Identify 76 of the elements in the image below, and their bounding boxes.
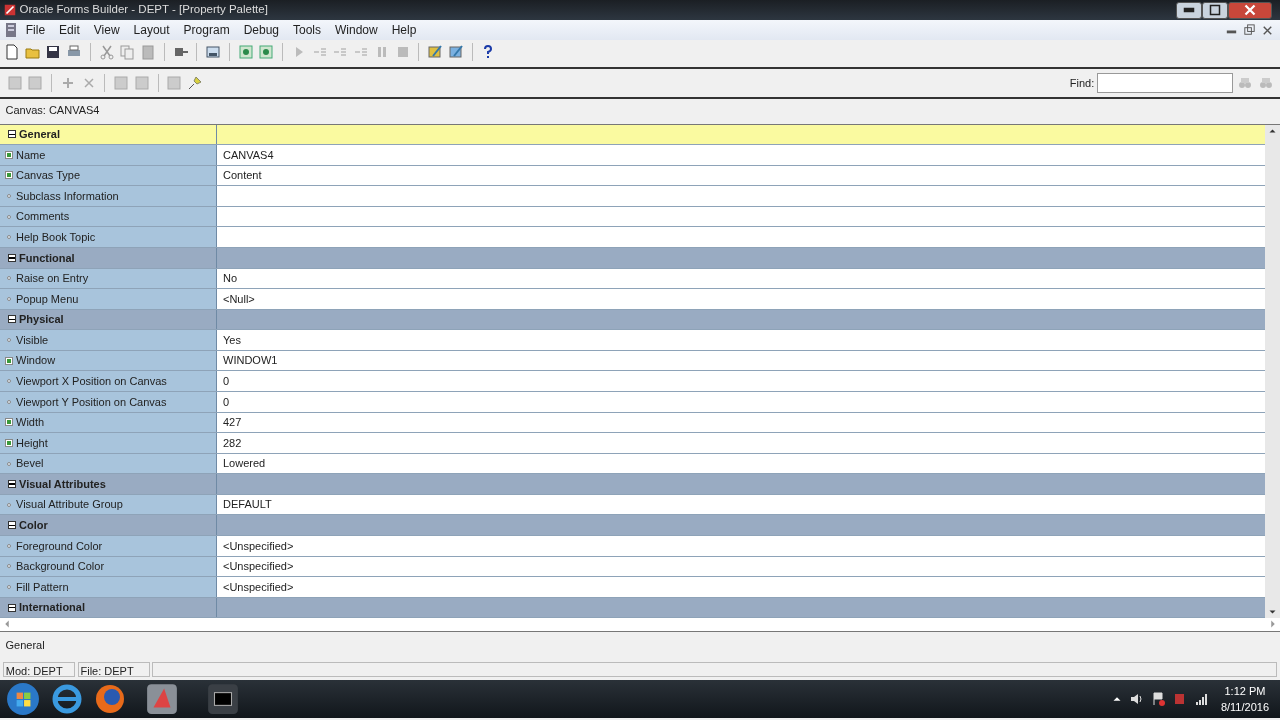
menu-item[interactable]: File	[18, 21, 53, 39]
signal-icon[interactable]	[1193, 691, 1210, 707]
window-title: Oracle Forms Builder - DEPT - [Property Palette]	[19, 2, 268, 18]
property-value-field[interactable]: 282	[217, 433, 1265, 453]
pin-icon[interactable]	[187, 74, 203, 91]
browser-icon[interactable]	[93, 683, 126, 715]
property-value-field[interactable]: <Unspecified>	[217, 577, 1265, 597]
save-icon[interactable]	[45, 44, 62, 60]
collapse-toggle[interactable]	[8, 603, 16, 612]
collapse-toggle[interactable]	[8, 130, 16, 139]
flag-icon[interactable]	[1150, 691, 1167, 707]
menu-item[interactable]: Tools	[286, 21, 328, 39]
menu-item[interactable]: Edit	[52, 21, 87, 39]
new-document-icon[interactable]	[3, 44, 20, 60]
property-value-field[interactable]: 0	[217, 371, 1265, 391]
start-button[interactable]	[5, 682, 40, 716]
menu-item[interactable]: Program	[176, 21, 237, 39]
find-label: Find:	[1069, 75, 1095, 91]
category-label: Visual Attributes	[19, 476, 106, 492]
property-value-field[interactable]	[217, 186, 1265, 206]
property-name[interactable]: Height	[16, 434, 48, 452]
property-name[interactable]: Visible	[16, 331, 49, 349]
wizard-icon[interactable]	[427, 44, 443, 60]
cut-icon[interactable]	[98, 44, 115, 60]
menu-item[interactable]: Help	[384, 21, 424, 39]
minimize-button[interactable]	[1175, 1, 1202, 19]
property-value-field[interactable]: Content	[217, 165, 1265, 186]
status-field: Mod: DEPT	[2, 662, 75, 678]
status-field: File: DEPT	[77, 662, 150, 678]
close-icon	[1243, 4, 1256, 16]
description-text: General	[4, 638, 46, 653]
maximize-button[interactable]	[1201, 1, 1228, 19]
wizard-icon[interactable]	[447, 44, 464, 60]
category-label: International	[19, 600, 85, 616]
property-value-field[interactable]: <Unspecified>	[217, 556, 1265, 577]
category-label: Color	[19, 518, 48, 533]
clock-date: 8/11/2016	[1220, 700, 1269, 715]
maximize-icon	[1208, 4, 1221, 16]
module-icon[interactable]	[258, 44, 275, 60]
property-value-field[interactable]: DEFAULT	[217, 494, 1265, 515]
property-name[interactable]: Window	[16, 352, 56, 369]
property-value-field[interactable]	[217, 227, 1265, 247]
property-value-field[interactable]	[217, 206, 1265, 227]
compile-icon[interactable]	[205, 44, 221, 60]
collapse-toggle[interactable]	[8, 480, 16, 489]
property-name[interactable]: Name	[16, 146, 46, 164]
category-label: Functional	[19, 250, 75, 266]
clock-time: 1:12 PM	[1224, 683, 1266, 699]
menu-item[interactable]: Window	[328, 21, 385, 39]
property-name[interactable]: Width	[16, 414, 45, 431]
property-value-field[interactable]: <Null>	[217, 289, 1265, 309]
category-label: General	[19, 127, 60, 143]
property-value-field[interactable]: CANVAS4	[217, 145, 1265, 165]
close-button[interactable]	[1227, 1, 1272, 19]
property-value-field[interactable]: <Unspecified>	[217, 536, 1265, 556]
object-label: Canvas: CANVAS4	[4, 102, 101, 118]
paste-icon[interactable]	[140, 44, 156, 60]
menu-item[interactable]: View	[86, 21, 127, 39]
property-value-field[interactable]: WINDOW1	[217, 350, 1265, 371]
collapse-toggle[interactable]	[8, 315, 16, 324]
property-value-field[interactable]: Lowered	[217, 453, 1265, 474]
collapse-toggle[interactable]	[8, 521, 16, 530]
category-label: Physical	[19, 312, 64, 328]
menu-item[interactable]: Layout	[126, 21, 177, 39]
module-icon[interactable]	[237, 44, 254, 60]
property-value-field[interactable]: 0	[217, 392, 1265, 412]
property-name[interactable]: Bevel	[16, 455, 44, 472]
property-value-field[interactable]: Yes	[217, 330, 1265, 350]
property-value-field[interactable]: 427	[217, 412, 1265, 433]
restore-button[interactable]	[1241, 22, 1257, 38]
property-value-field[interactable]: No	[217, 268, 1265, 289]
find-field[interactable]	[1097, 72, 1233, 93]
menu-item[interactable]: Debug	[236, 21, 286, 39]
browser-icon[interactable]	[50, 683, 83, 715]
collapse-toggle[interactable]	[8, 253, 16, 262]
app-icon	[2, 3, 17, 17]
